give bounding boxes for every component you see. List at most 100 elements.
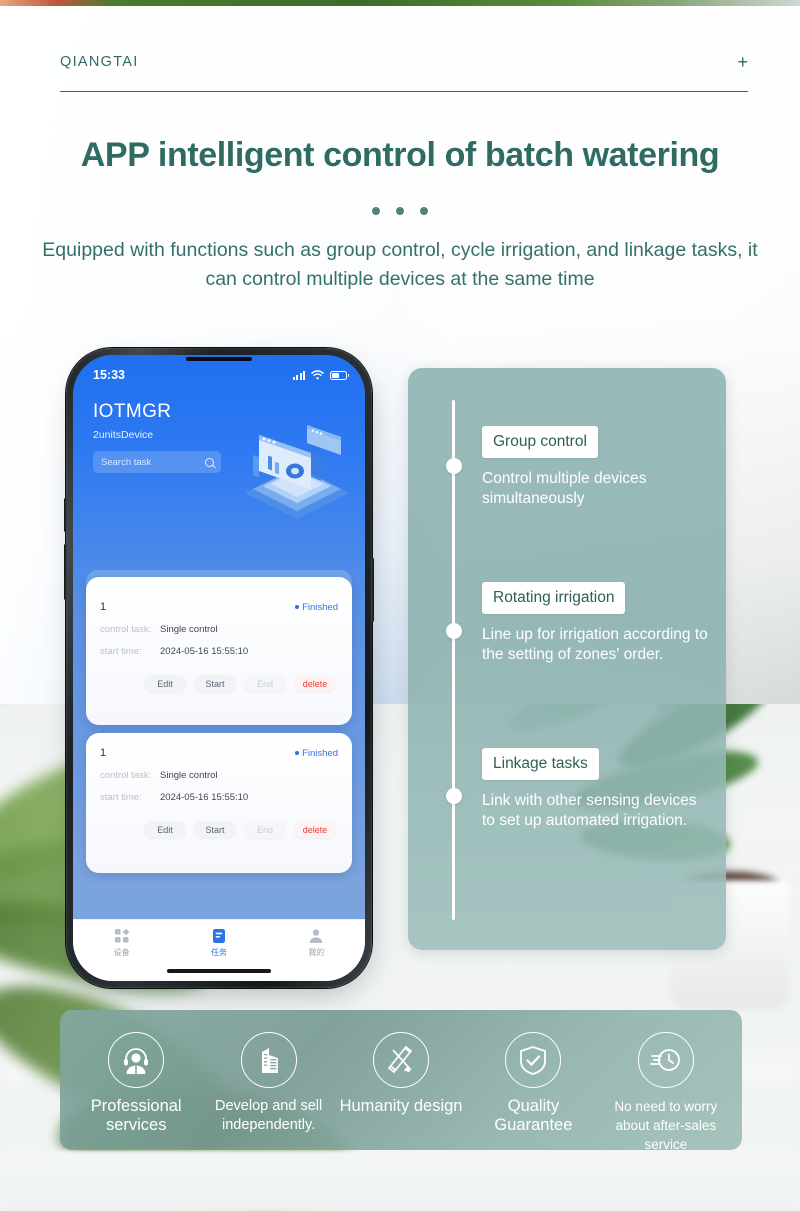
phone-power-button[interactable] xyxy=(371,558,374,622)
service-item-quality-guarantee: Quality Guarantee xyxy=(467,1032,599,1135)
task-control-value: Single control xyxy=(160,770,218,781)
task-time-value: 2024-05-16 15:55:10 xyxy=(160,646,249,657)
signal-bars-icon xyxy=(292,370,305,380)
search-icon xyxy=(205,457,214,467)
add-icon[interactable]: + xyxy=(737,53,748,71)
feature-description: Link with other sensing devices to set u… xyxy=(482,792,697,829)
battery-icon xyxy=(330,370,349,380)
edit-button[interactable]: Edit xyxy=(144,821,186,838)
status-badge: Finished xyxy=(295,602,338,613)
task-document-icon xyxy=(212,929,225,943)
grid-devices-icon xyxy=(114,928,130,943)
feature-title: Rotating irrigation xyxy=(482,582,626,614)
nav-item-profile[interactable]: 我的 xyxy=(268,928,365,958)
task-row-control: control task: Single control xyxy=(100,770,338,781)
feature-item-linkage-tasks: Linkage tasks Link with other sensing de… xyxy=(482,748,710,831)
service-item-professional-services: Professional services xyxy=(70,1032,202,1135)
status-dot-icon xyxy=(295,605,300,609)
timeline-line xyxy=(445,400,462,920)
phone-volume-up-button[interactable] xyxy=(64,498,67,532)
phone-home-indicator[interactable] xyxy=(167,969,271,973)
building-icon xyxy=(240,1032,297,1088)
task-id: 1 xyxy=(100,747,107,759)
services-strip: Professional services Develop and sell i… xyxy=(60,1010,742,1152)
feature-description: Control multiple devices simultaneously xyxy=(482,470,647,507)
start-button[interactable]: Start xyxy=(194,675,236,692)
wifi-icon xyxy=(311,370,324,380)
status-label: Finished xyxy=(302,601,338,613)
task-control-value: Single control xyxy=(160,624,218,635)
service-label: Professional services xyxy=(90,1097,182,1134)
headset-support-icon xyxy=(108,1032,165,1088)
nav-label: 任务 xyxy=(210,948,227,957)
phone-volume-down-button[interactable] xyxy=(64,544,67,600)
task-time-label: start time: xyxy=(100,792,142,803)
dot-icon xyxy=(372,207,380,215)
task-time-value: 2024-05-16 15:55:10 xyxy=(160,792,249,803)
shield-check-icon xyxy=(505,1032,562,1088)
edit-button[interactable]: Edit xyxy=(144,675,186,692)
feature-description: Line up for irrigation according to the … xyxy=(482,626,708,663)
phone-screen: 15:33 IOTMGR 2unitsDevice Search task 1 … xyxy=(73,355,365,981)
start-button[interactable]: Start xyxy=(194,821,236,838)
task-row-control: control task: Single control xyxy=(100,624,338,635)
features-panel: Group control Control multiple devices s… xyxy=(408,368,726,950)
pencil-ruler-icon xyxy=(373,1032,430,1088)
phone-frame: 15:33 IOTMGR 2unitsDevice Search task 1 … xyxy=(64,348,374,988)
dot-icon xyxy=(396,207,404,215)
service-item-after-sales: No need to worry about after-sales servi… xyxy=(600,1032,732,1154)
service-label: Develop and sell independently. xyxy=(215,1098,323,1133)
task-card-header: 1 Finished xyxy=(100,601,338,613)
statusbar-indicators xyxy=(292,370,349,380)
nav-item-tasks[interactable]: 任务 xyxy=(170,928,267,958)
dot-icon xyxy=(420,207,428,215)
status-label: Finished xyxy=(302,747,338,759)
task-control-label: control task: xyxy=(100,624,152,635)
nav-item-devices[interactable]: 设备 xyxy=(73,928,170,958)
task-control-label: control task: xyxy=(100,770,152,781)
fast-clock-icon xyxy=(637,1032,694,1088)
timeline-dot xyxy=(445,623,462,639)
service-item-humanity-design: Humanity design xyxy=(335,1032,467,1116)
background-top-edge-strip xyxy=(0,0,800,6)
service-label: Quality Guarantee xyxy=(494,1097,573,1134)
delete-button[interactable]: delete xyxy=(294,675,336,692)
isometric-dashboard-illustration xyxy=(245,425,349,519)
decorative-dots-separator xyxy=(0,207,800,215)
app-screen: 15:33 IOTMGR 2unitsDevice Search task 1 … xyxy=(73,355,365,981)
end-button: End xyxy=(244,675,286,692)
feature-title: Group control xyxy=(482,426,598,458)
task-card-actions: Edit Start End delete xyxy=(100,675,338,692)
service-item-develop-and-sell: Develop and sell independently. xyxy=(202,1032,334,1135)
search-placeholder: Search task xyxy=(101,456,152,468)
service-label: Humanity design xyxy=(339,1097,463,1115)
task-card-header: 1 Finished xyxy=(100,747,338,759)
feature-item-group-control: Group control Control multiple devices s… xyxy=(482,426,710,509)
user-profile-icon xyxy=(310,929,323,943)
end-button: End xyxy=(244,821,286,838)
timeline-dot xyxy=(445,788,462,804)
task-time-label: start time: xyxy=(100,646,142,657)
task-id: 1 xyxy=(100,601,107,613)
status-dot-icon xyxy=(295,751,300,755)
timeline-dot xyxy=(445,458,462,474)
task-card[interactable]: 1 Finished control task: Single control … xyxy=(86,733,352,873)
statusbar-time: 15:33 xyxy=(93,368,125,382)
status-badge: Finished xyxy=(295,748,338,759)
task-row-time: start time: 2024-05-16 15:55:10 xyxy=(100,646,338,657)
phone-mockup: 15:33 IOTMGR 2unitsDevice Search task 1 … xyxy=(64,348,378,996)
background-foreground-surface xyxy=(0,1150,800,1211)
search-input[interactable]: Search task xyxy=(93,451,221,473)
page-header: QIANGTAI + xyxy=(60,53,748,92)
phone-speaker-slit xyxy=(186,357,252,361)
nav-label: 设备 xyxy=(113,948,130,957)
delete-button[interactable]: delete xyxy=(294,821,336,838)
task-card-actions: Edit Start End delete xyxy=(100,821,338,838)
task-row-time: start time: 2024-05-16 15:55:10 xyxy=(100,792,338,803)
task-card[interactable]: 1 Finished control task: Single control … xyxy=(86,577,352,725)
nav-label: 我的 xyxy=(308,948,325,957)
page-title: APP intelligent control of batch waterin… xyxy=(80,136,720,174)
feature-item-rotating-irrigation: Rotating irrigation Line up for irrigati… xyxy=(482,582,710,665)
brand-logo-text: QIANGTAI xyxy=(60,54,139,70)
page-subtitle: Equipped with functions such as group co… xyxy=(42,239,758,290)
